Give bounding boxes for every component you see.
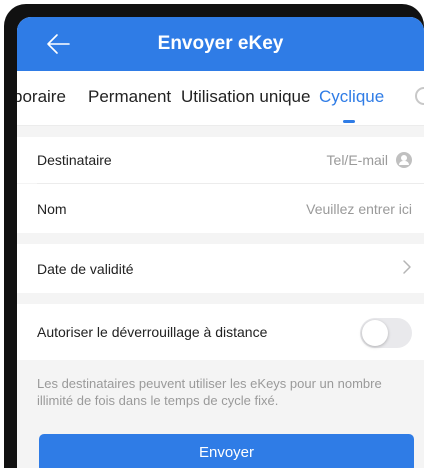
tab-utilisation-unique[interactable]: Utilisation unique (181, 87, 310, 107)
name-row[interactable]: Nom Veuillez entrer ici (17, 184, 424, 233)
section-gap (17, 233, 424, 244)
recipient-placeholder: Tel/E-mail (326, 152, 388, 168)
contact-picker-icon[interactable] (396, 152, 412, 168)
key-type-tabs: poraire Permanent Utilisation unique Cyc… (17, 71, 424, 126)
remote-unlock-label: Autoriser le déverrouillage à distance (37, 324, 268, 340)
tab-cyclique[interactable]: Cyclique (319, 87, 384, 107)
recipient-input[interactable]: Tel/E-mail (327, 152, 412, 168)
name-label: Nom (37, 201, 67, 217)
name-input[interactable]: Veuillez entrer ici (306, 201, 412, 217)
send-button[interactable]: Envoyer (39, 434, 414, 468)
chevron-right-icon (403, 260, 411, 274)
section-gap (17, 126, 424, 137)
remote-unlock-row: Autoriser le déverrouillage à distance (17, 304, 424, 360)
remote-unlock-toggle[interactable] (360, 318, 412, 348)
toggle-knob (362, 320, 388, 346)
active-tab-indicator (343, 120, 355, 123)
validity-row[interactable]: Date de validité (17, 244, 424, 293)
recipient-row[interactable]: Destinataire Tel/E-mail (17, 137, 424, 183)
device-frame: Envoyer eKey poraire Permanent Utilisati… (4, 4, 424, 468)
tab-temporaire[interactable]: poraire (17, 87, 66, 107)
page-title: Envoyer eKey (157, 33, 284, 54)
app-screen: Envoyer eKey poraire Permanent Utilisati… (17, 17, 424, 468)
next-tab-partial[interactable] (415, 87, 424, 105)
validity-label: Date de validité (37, 261, 134, 277)
app-bar: Envoyer eKey (17, 17, 424, 71)
recipient-label: Destinataire (37, 152, 112, 168)
section-gap (17, 293, 424, 304)
info-note: Les destinataires peuvent utiliser les e… (37, 376, 382, 408)
tab-permanent[interactable]: Permanent (88, 87, 171, 107)
